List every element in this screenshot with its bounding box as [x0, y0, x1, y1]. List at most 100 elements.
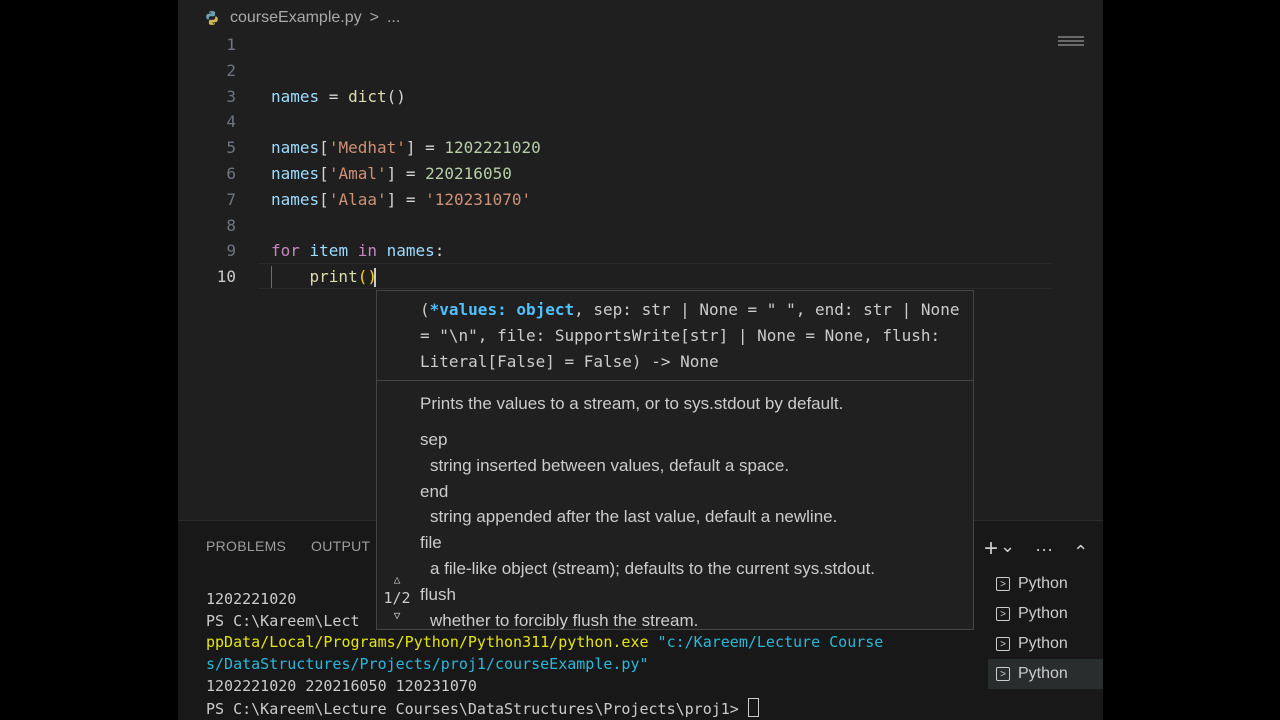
panel-actions: + ⌄ ··· ⌃ — [984, 535, 1088, 563]
python-file-icon — [206, 11, 218, 25]
code-token: () — [386, 86, 406, 106]
code-token: 'Alaa' — [328, 189, 387, 209]
terminal-cursor — [747, 697, 759, 717]
chevron-down-icon[interactable]: ▽ — [377, 609, 417, 623]
param-name: sep — [420, 430, 448, 449]
terminal-list-item[interactable]: > Python — [988, 599, 1103, 629]
code-token: print — [309, 267, 358, 287]
divider — [377, 380, 973, 381]
terminal-prompt-line: PS C:\Kareem\Lecture Courses\DataStructu… — [206, 697, 986, 720]
breadcrumb-more[interactable]: ... — [387, 9, 400, 27]
line-number: 4 — [226, 112, 236, 132]
chevron-down-icon[interactable]: ⌄ — [1000, 536, 1015, 557]
param-description: string inserted between values, default … — [430, 455, 790, 475]
code-line[interactable]: 6 names['Amal'] = 220216050 — [178, 161, 1053, 187]
code-text: names['Medhat'] = 1202221020 — [271, 135, 541, 161]
line-number: 2 — [226, 60, 236, 80]
code-line[interactable]: 1 — [178, 32, 1053, 58]
terminal-list-label: Python — [1018, 605, 1068, 622]
terminal-line: s/DataStructures/Projects/proj1/courseEx… — [206, 655, 649, 674]
terminal-icon: > — [996, 577, 1010, 591]
code-token: in — [357, 241, 377, 261]
code-token: [ — [319, 138, 329, 158]
terminal-list-label: Python — [1018, 575, 1068, 592]
code-text: print() — [271, 264, 377, 290]
code-token: names — [376, 241, 435, 261]
terminal-exe-path: ppData/Local/Programs/Python/Python311/p… — [206, 633, 649, 652]
code-text: for item in names: — [271, 238, 444, 264]
code-line[interactable]: 7 names['Alaa'] = '120231070' — [178, 187, 1053, 213]
code-text: names['Amal'] = 220216050 — [271, 161, 512, 187]
breadcrumb-separator: > — [369, 9, 379, 26]
code-text: names['Alaa'] = '120231070' — [271, 187, 531, 213]
code-text: names = dict() — [271, 84, 406, 110]
code-token: 220216050 — [425, 164, 512, 183]
terminal-script-path: "c:/Kareem/Lecture Course — [648, 633, 884, 652]
terminal-list: > Python > Python > Python > Python — [988, 569, 1103, 689]
doc-summary: Prints the values to a stream, or to sys… — [420, 394, 844, 413]
code-line[interactable]: 5 names['Medhat'] = 1202221020 — [178, 135, 1053, 161]
line-number: 6 — [226, 164, 236, 183]
code-line[interactable]: 9 for item in names: — [178, 238, 1053, 264]
text-cursor — [374, 268, 376, 287]
code-token: names — [271, 164, 320, 183]
terminal-icon: > — [996, 637, 1010, 651]
terminal-list-label: Python — [1018, 635, 1068, 652]
code-line[interactable]: 8 — [178, 213, 1053, 239]
code-token: dict — [348, 86, 387, 106]
terminal-list-label: Python — [1018, 665, 1068, 682]
terminal-list-item[interactable]: > Python — [988, 629, 1103, 659]
doc-params: sep string inserted between values, defau… — [420, 427, 970, 630]
code-token: 'Amal' — [328, 164, 387, 183]
line-number: 5 — [226, 138, 236, 158]
line-number: 8 — [226, 215, 236, 235]
code-line[interactable]: 3 names = dict() — [178, 84, 1053, 110]
code-line[interactable]: 4 — [178, 109, 1053, 135]
param-description: whether to forcibly flush the stream. — [430, 610, 699, 630]
breadcrumb-file[interactable]: courseExample.py — [230, 9, 362, 27]
minimap[interactable] — [1058, 36, 1084, 46]
chevron-up-icon[interactable]: △ — [377, 573, 417, 587]
terminal-icon: > — [996, 667, 1010, 681]
code-token: for — [271, 241, 300, 261]
terminal-line: ppData/Local/Programs/Python/Python311/p… — [206, 632, 986, 654]
signature-help-popup: (*values: object, sep: str | None = " ",… — [376, 290, 974, 630]
tab-problems[interactable]: PROBLEMS — [206, 538, 286, 554]
code-token: names — [271, 86, 320, 106]
code-token: 'Medhat' — [328, 138, 406, 158]
code-token: : — [434, 241, 445, 261]
code-token: 1202221020 — [444, 138, 541, 158]
terminal-line: 1202221020 220216050 120231070 — [206, 676, 477, 695]
code-line[interactable]: 10 print() — [178, 264, 1053, 290]
maximize-panel-icon[interactable]: ⌃ — [1073, 542, 1088, 563]
overload-selector: △ 1/2 ▽ — [377, 573, 417, 623]
param-name: flush — [420, 584, 456, 604]
code-token: '120231070' — [425, 189, 532, 209]
code-token: [ — [319, 189, 329, 209]
signature-docs: Prints the values to a stream, or to sys… — [420, 391, 970, 630]
param-name: end — [420, 481, 449, 501]
line-number: 7 — [226, 189, 236, 209]
code-token: names — [271, 189, 320, 209]
terminal-icon: > — [996, 607, 1010, 621]
param-description: string appended after the last value, de… — [430, 507, 838, 527]
code-token: ] = — [405, 138, 445, 158]
active-parameter: *values: object — [429, 300, 575, 319]
line-number: 1 — [226, 35, 236, 54]
code-token: item — [299, 241, 358, 261]
line-number: 3 — [226, 86, 236, 106]
line-number: 10 — [216, 267, 236, 287]
tab-output[interactable]: OUTPUT — [311, 538, 370, 554]
line-number: 9 — [226, 241, 236, 261]
terminal-list-item[interactable]: > Python — [988, 569, 1103, 599]
new-terminal-icon[interactable]: + — [984, 535, 998, 563]
overload-count: 1/2 — [383, 589, 411, 607]
terminal-list-item[interactable]: > Python — [988, 659, 1103, 689]
param-name: file — [420, 533, 442, 553]
param-description: a file-like object (stream); defaults to… — [430, 558, 876, 578]
more-actions-icon[interactable]: ··· — [1035, 539, 1053, 560]
code-line[interactable]: 2 — [178, 58, 1053, 84]
code-token: = — [319, 86, 349, 106]
signature: (*values: object, sep: str | None = " ",… — [420, 300, 960, 371]
code-token: ] = — [386, 164, 426, 183]
